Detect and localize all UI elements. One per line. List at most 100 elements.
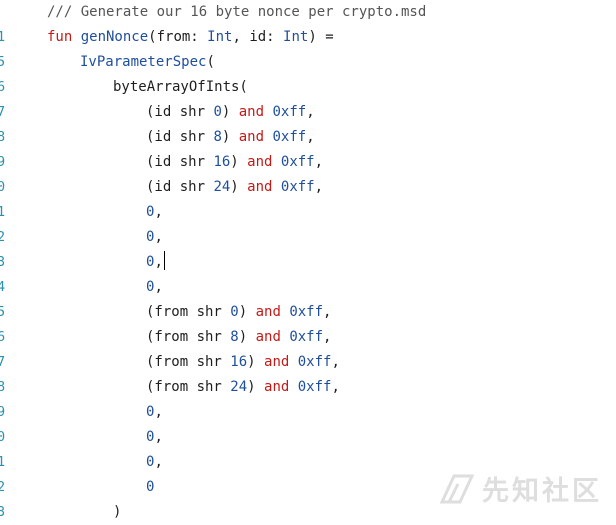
code-line[interactable]: (id shr 8) and 0xff,	[146, 125, 315, 150]
code-token: ,	[331, 379, 340, 395]
code-token: 0xff	[280, 179, 315, 195]
code-token: ,	[154, 204, 163, 220]
code-line[interactable]: (from shr 24) and 0xff,	[146, 375, 340, 400]
code-token: /// Generate our 16 byte nonce per crypt…	[47, 4, 427, 20]
code-token: 0xff	[297, 379, 332, 395]
code-line[interactable]: 0,	[146, 400, 163, 425]
code-token: (id shr	[146, 179, 214, 195]
code-token: and	[238, 129, 265, 145]
code-line[interactable]: 0,	[146, 425, 163, 450]
code-line[interactable]: 0,	[146, 200, 163, 225]
code-token: byteArrayOfInts(	[113, 79, 248, 95]
code-line[interactable]: (id shr 16) and 0xff,	[146, 150, 323, 175]
line-number: 8	[0, 379, 5, 395]
code-token: 0xff	[289, 329, 324, 345]
code-token: (id shr	[146, 129, 214, 145]
code-token: , id:	[232, 29, 284, 45]
code-token: (from shr	[146, 354, 231, 370]
code-token: ,	[154, 429, 163, 445]
code-token: 0xff	[280, 154, 315, 170]
line-number: 1	[0, 454, 5, 470]
code-token: and	[247, 179, 273, 195]
code-token: 0xff	[272, 104, 307, 120]
code-line[interactable]: 0,	[146, 225, 163, 250]
code-line[interactable]: fun genNonce(from: Int, id: Int) =	[47, 25, 334, 50]
watermark-text: 先知社区	[482, 476, 602, 507]
line-number: 4	[0, 279, 5, 295]
code-token: ,	[323, 304, 332, 320]
code-token: fun	[47, 29, 81, 45]
code-token: (from shr	[146, 379, 231, 395]
code-line[interactable]: 0,	[146, 250, 166, 275]
code-token: genNonce	[80, 29, 149, 45]
line-number: 3	[0, 254, 5, 270]
code-token: )	[221, 104, 239, 120]
code-token: ) =	[308, 29, 334, 45]
code-token: )	[230, 154, 248, 170]
line-number: 7	[0, 104, 5, 120]
line-number: 1	[0, 204, 5, 220]
code-token: (id shr	[146, 104, 214, 120]
code-token: ,	[154, 254, 163, 270]
code-editor[interactable]: 1 5 6 7 8 9 0 1 2 3 4 5 6 7 8 9 0 1 2 3 /// Generate our 16…	[0, 0, 616, 520]
code-token: and	[247, 154, 273, 170]
code-line[interactable]: (id shr 24) and 0xff,	[146, 175, 323, 200]
code-token: ,	[154, 404, 163, 420]
code-token: )	[238, 304, 256, 320]
code-token: 24	[230, 379, 248, 395]
code-token: )	[238, 329, 256, 345]
code-token: )	[230, 179, 248, 195]
line-number: 5	[0, 304, 5, 320]
line-number: 5	[0, 54, 5, 70]
code-line[interactable]: IvParameterSpec(	[80, 50, 215, 75]
code-token: 0	[230, 304, 239, 320]
code-token: )	[221, 129, 239, 145]
code-token: 0xff	[289, 304, 324, 320]
line-number: 9	[0, 404, 5, 420]
line-number: 6	[0, 79, 5, 95]
code-line[interactable]: (from shr 8) and 0xff,	[146, 325, 331, 350]
code-token: ,	[314, 179, 324, 195]
code-token: and	[255, 304, 281, 320]
code-line[interactable]: (id shr 0) and 0xff,	[146, 100, 315, 125]
code-token: (from:	[148, 29, 208, 45]
code-token: ,	[154, 279, 163, 295]
code-line[interactable]: 0,	[146, 450, 163, 475]
code-token: ,	[306, 104, 315, 120]
code-token: Int	[283, 29, 309, 45]
code-token: )	[247, 379, 265, 395]
code-token: ,	[306, 129, 315, 145]
code-line[interactable]: (from shr 0) and 0xff,	[146, 300, 331, 325]
code-line[interactable]: 0,	[146, 275, 163, 300]
code-token: 0	[213, 104, 222, 120]
watermark: 先知社区	[440, 469, 602, 508]
code-line[interactable]: )	[113, 500, 121, 525]
code-token: 16	[213, 154, 231, 170]
code-token: 24	[213, 179, 231, 195]
line-number: 8	[0, 129, 5, 145]
code-token: 8	[213, 129, 222, 145]
code-token: (	[206, 54, 215, 70]
code-token: )	[247, 354, 265, 370]
code-token: IvParameterSpec	[80, 54, 207, 70]
code-line[interactable]: /// Generate our 16 byte nonce per crypt…	[47, 0, 426, 25]
code-token: ,	[323, 329, 332, 345]
code-token: 16	[230, 354, 248, 370]
line-number: 2	[0, 229, 5, 245]
code-token: 0	[146, 479, 155, 495]
code-line[interactable]: (from shr 16) and 0xff,	[146, 350, 340, 375]
code-line[interactable]: byteArrayOfInts(	[113, 75, 248, 100]
code-line[interactable]: 0	[146, 475, 154, 500]
xianzhi-logo-icon	[440, 474, 474, 503]
code-token: ,	[314, 154, 324, 170]
line-number: 3	[0, 504, 5, 520]
line-number: 0	[0, 429, 5, 445]
line-number: 2	[0, 479, 5, 495]
line-number: 9	[0, 154, 5, 170]
line-number-gutter: 1 5 6 7 8 9 0 1 2 3 4 5 6 7 8 9 0 1 2 3	[0, 0, 6, 520]
code-token: (from shr	[146, 304, 231, 320]
